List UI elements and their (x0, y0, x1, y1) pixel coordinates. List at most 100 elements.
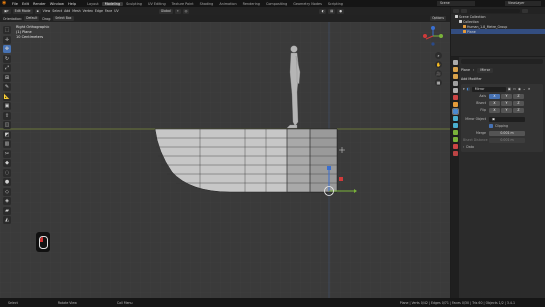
bisect-distance-field[interactable]: 0.001 m (489, 137, 525, 143)
menu-render[interactable]: Render (33, 2, 46, 6)
merge-distance-field[interactable]: 0.001 m (489, 130, 525, 136)
tab-texture-paint[interactable]: Texture Paint (169, 2, 197, 6)
view-layer-selector[interactable]: ViewLayer (505, 1, 541, 6)
modifier-tab-icon[interactable] (451, 108, 459, 115)
data-tab-icon[interactable] (452, 137, 458, 142)
overlay-toggle-icon[interactable]: ◐ (319, 8, 327, 14)
options-dropdown[interactable]: Options (430, 16, 446, 21)
menu-file[interactable]: File (12, 2, 18, 6)
tab-shading[interactable]: Shading (197, 2, 217, 6)
output-tab-icon[interactable] (452, 74, 458, 79)
navigation-gizmo[interactable] (422, 25, 444, 47)
bisect-x-toggle[interactable]: X (489, 100, 500, 106)
tab-uv-editing[interactable]: UV Editing (145, 2, 169, 6)
shear-tool-icon[interactable]: ▰ (3, 206, 11, 215)
render-tab-icon[interactable] (452, 67, 458, 72)
tab-sculpting[interactable]: Sculpting (123, 2, 145, 6)
menu-face[interactable]: Face (105, 9, 112, 13)
inset-tool-icon[interactable]: ◫ (3, 121, 11, 129)
outliner-search-input[interactable] (470, 8, 520, 13)
loop-cut-tool-icon[interactable]: ▥ (3, 140, 11, 148)
transform-orientation-dropdown[interactable]: Global (158, 8, 173, 14)
clipping-checkbox[interactable] (489, 124, 493, 128)
tab-geometry-nodes[interactable]: Geometry Nodes (290, 2, 325, 6)
proportional-edit-icon[interactable]: ◎ (182, 8, 190, 14)
properties-search-input[interactable] (461, 59, 543, 64)
perspective-toggle-icon[interactable]: ▦ (435, 79, 442, 86)
3d-viewport[interactable]: Right Orthographic (1) Plane 10 Centimet… (0, 22, 450, 298)
constraints-tab-icon[interactable] (452, 130, 458, 135)
select-tool-icon[interactable]: ⬚ (3, 26, 11, 34)
menu-uv[interactable]: UV (114, 9, 119, 13)
outliner-filter-icon[interactable] (522, 8, 528, 13)
data-subpanel-header[interactable]: › Data (463, 144, 541, 150)
axis-z-toggle[interactable]: Z (513, 93, 524, 99)
select-mode-vertex-button[interactable]: ▪ (34, 8, 41, 14)
modifier-name-input[interactable]: Mirror (471, 86, 506, 92)
measure-tool-icon[interactable]: 📐 (3, 92, 11, 101)
extrude-tool-icon[interactable]: ⇧ (3, 111, 11, 120)
menu-edge[interactable]: Edge (95, 9, 103, 13)
menu-select[interactable]: Select (52, 9, 62, 13)
rip-tool-icon[interactable]: ◭ (3, 216, 11, 224)
editor-type-button[interactable]: ▣▾ (2, 8, 11, 14)
smooth-tool-icon[interactable]: ● (3, 178, 11, 186)
bevel-tool-icon[interactable]: ◩ (3, 130, 11, 139)
render-toggle-icon[interactable]: ◉ (518, 87, 521, 91)
rotate-tool-icon[interactable]: ↻ (3, 54, 11, 63)
axis-y-toggle[interactable]: Y (501, 93, 512, 99)
shrink-fatten-tool-icon[interactable]: ◈ (3, 197, 11, 205)
texture-tab-icon[interactable] (452, 151, 458, 156)
tab-modeling[interactable]: Modeling (101, 1, 124, 6)
cursor-tool-icon[interactable]: ✛ (3, 35, 11, 44)
edge-slide-tool-icon[interactable]: ◇ (3, 187, 11, 196)
world-tab-icon[interactable] (452, 95, 458, 100)
flip-y-toggle[interactable]: Y (501, 107, 512, 113)
menu-window[interactable]: Window (50, 2, 64, 6)
spin-tool-icon[interactable]: ◌ (3, 168, 11, 177)
flip-x-toggle[interactable]: X (489, 107, 500, 113)
particles-tab-icon[interactable] (452, 116, 458, 121)
material-tab-icon[interactable] (452, 144, 458, 149)
drag-dropdown[interactable]: Select Box (53, 16, 74, 21)
axis-x-toggle[interactable]: X (489, 93, 500, 99)
mirror-object-field[interactable]: ▣ (489, 116, 525, 122)
outliner-display-mode-icon[interactable] (461, 8, 467, 13)
add-modifier-button[interactable]: Add Modifier (461, 76, 543, 82)
edit-mode-toggle-icon[interactable]: ▣ (508, 87, 511, 91)
menu-add[interactable]: Add (64, 9, 70, 13)
menu-view[interactable]: View (43, 9, 51, 13)
mode-dropdown[interactable]: Edit Mode (12, 8, 33, 14)
expand-chevron-icon[interactable]: ▾ (463, 87, 465, 91)
tab-rendering[interactable]: Rendering (240, 2, 263, 6)
pan-icon[interactable]: ✋ (435, 61, 442, 68)
camera-view-icon[interactable]: 🎥 (435, 70, 442, 77)
object-tab-icon[interactable] (452, 102, 458, 107)
xray-toggle-icon[interactable]: ▤ (328, 8, 336, 14)
bisect-y-toggle[interactable]: Y (501, 100, 512, 106)
menu-mesh[interactable]: Mesh (72, 9, 80, 13)
outliner-row-plane[interactable]: Plane (451, 29, 545, 34)
tab-animation[interactable]: Animation (216, 2, 239, 6)
orientation-dropdown[interactable]: Default (24, 16, 40, 21)
modifier-menu-icon[interactable]: ⌄ (523, 87, 526, 91)
physics-tab-icon[interactable] (452, 123, 458, 128)
scene-selector[interactable]: Scene (437, 1, 475, 6)
menu-edit[interactable]: Edit (22, 2, 29, 6)
menu-help[interactable]: Help (68, 2, 76, 6)
annotate-tool-icon[interactable]: ✎ (3, 83, 11, 91)
tab-compositing[interactable]: Compositing (263, 2, 290, 6)
scene-tab-icon[interactable] (452, 88, 458, 93)
scale-tool-icon[interactable]: ⤢ (3, 64, 11, 72)
snap-icon[interactable]: ⌖ (174, 8, 181, 14)
tab-scripting[interactable]: Scripting (325, 2, 346, 6)
zoom-icon[interactable]: ⌕ (435, 52, 442, 59)
tool-tab-icon[interactable] (452, 60, 458, 65)
blender-logo-icon[interactable]: ◉ (2, 1, 8, 6)
tab-layout[interactable]: Layout (84, 2, 102, 6)
outliner-editor-type-icon[interactable] (453, 8, 459, 13)
flip-z-toggle[interactable]: Z (513, 107, 524, 113)
add-cube-tool-icon[interactable]: ▣ (3, 102, 11, 110)
move-tool-icon[interactable]: ✥ (3, 45, 11, 53)
bisect-z-toggle[interactable]: Z (513, 100, 524, 106)
